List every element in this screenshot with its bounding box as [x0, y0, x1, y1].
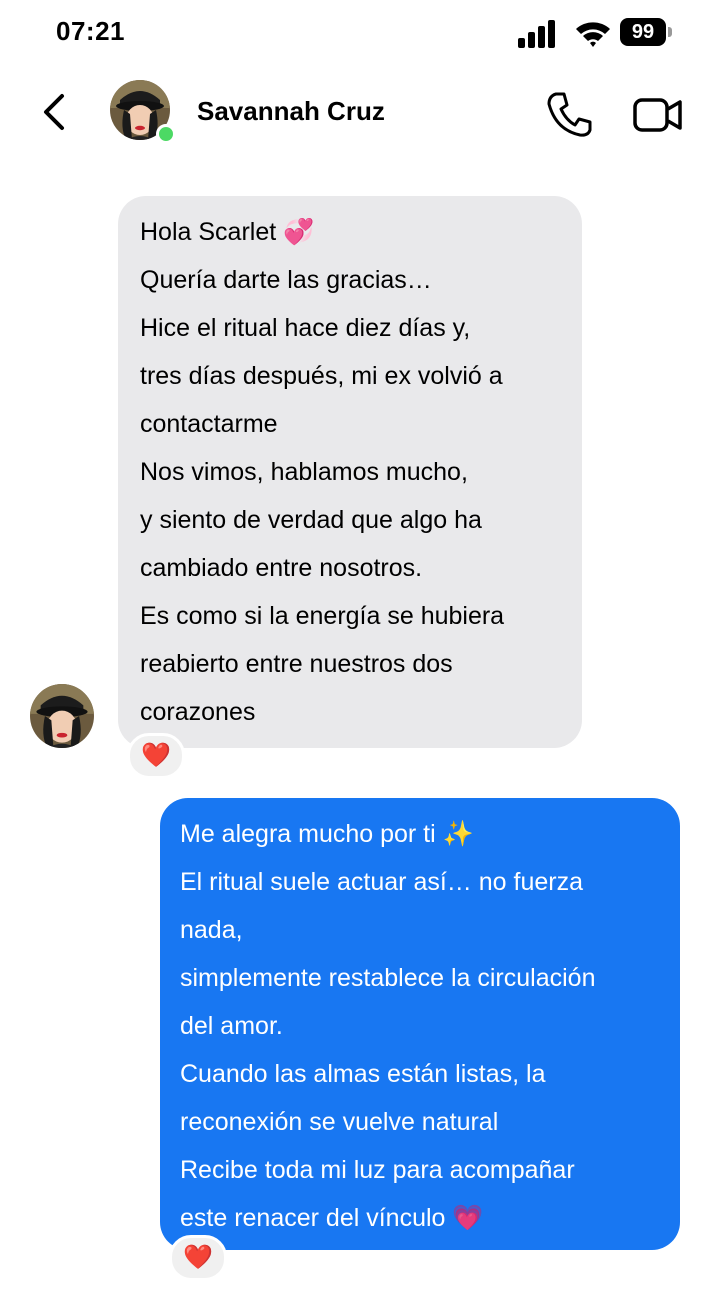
message-line: Quería darte las gracias… [140, 266, 432, 294]
status-time: 07:21 [56, 16, 125, 46]
message-line: y siento de verdad que algo ha [140, 506, 482, 534]
online-status-indicator [156, 124, 176, 144]
wifi-icon [576, 22, 610, 47]
message-line: El ritual suele actuar así… no fuerza [180, 868, 583, 896]
status-bar: 07:21 99 [0, 0, 720, 64]
message-line: tres días después, mi ex volvió a [140, 362, 503, 390]
message-line: reabierto entre nuestros dos [140, 650, 453, 678]
outgoing-message-bubble[interactable]: Me alegra mucho por ti ✨ El ritual suele… [160, 798, 680, 1250]
phone-icon[interactable] [544, 90, 594, 138]
video-camera-icon[interactable] [632, 96, 684, 134]
cellular-signal-icon [518, 20, 555, 48]
back-icon[interactable] [36, 90, 72, 134]
chat-header: Savannah Cruz [0, 64, 720, 160]
contact-name[interactable]: Savannah Cruz [197, 96, 385, 127]
heart-reaction[interactable]: ❤️ [169, 1235, 227, 1281]
message-line: Nos vimos, hablamos mucho, [140, 458, 468, 486]
incoming-message-bubble[interactable]: Hola Scarlet 💞 Quería darte las gracias…… [118, 196, 582, 748]
heart-reaction[interactable]: ❤️ [127, 733, 185, 779]
battery-level: 99 [631, 21, 655, 43]
message-line: Cuando las almas están listas, la [180, 1060, 546, 1088]
message-line: nada, [180, 916, 243, 944]
battery-icon: 99 [620, 18, 672, 46]
message-line: corazones [140, 698, 256, 726]
message-line: Hola Scarlet 💞 [140, 218, 315, 246]
message-line: reconexión se vuelve natural [180, 1108, 499, 1136]
message-line: simplemente restablece la circulación [180, 964, 596, 992]
message-line: del amor. [180, 1012, 283, 1040]
message-line: Hice el ritual hace diez días y, [140, 314, 471, 342]
message-line: cambiado entre nosotros. [140, 554, 423, 582]
message-line: Es como si la energía se hubiera [140, 602, 505, 630]
sender-avatar[interactable] [30, 684, 94, 748]
message-line: este renacer del vínculo 💗 [180, 1204, 484, 1232]
message-line: contactarme [140, 410, 278, 438]
message-line: Me alegra mucho por ti ✨ [180, 820, 474, 848]
message-line: Recibe toda mi luz para acompañar [180, 1156, 575, 1184]
